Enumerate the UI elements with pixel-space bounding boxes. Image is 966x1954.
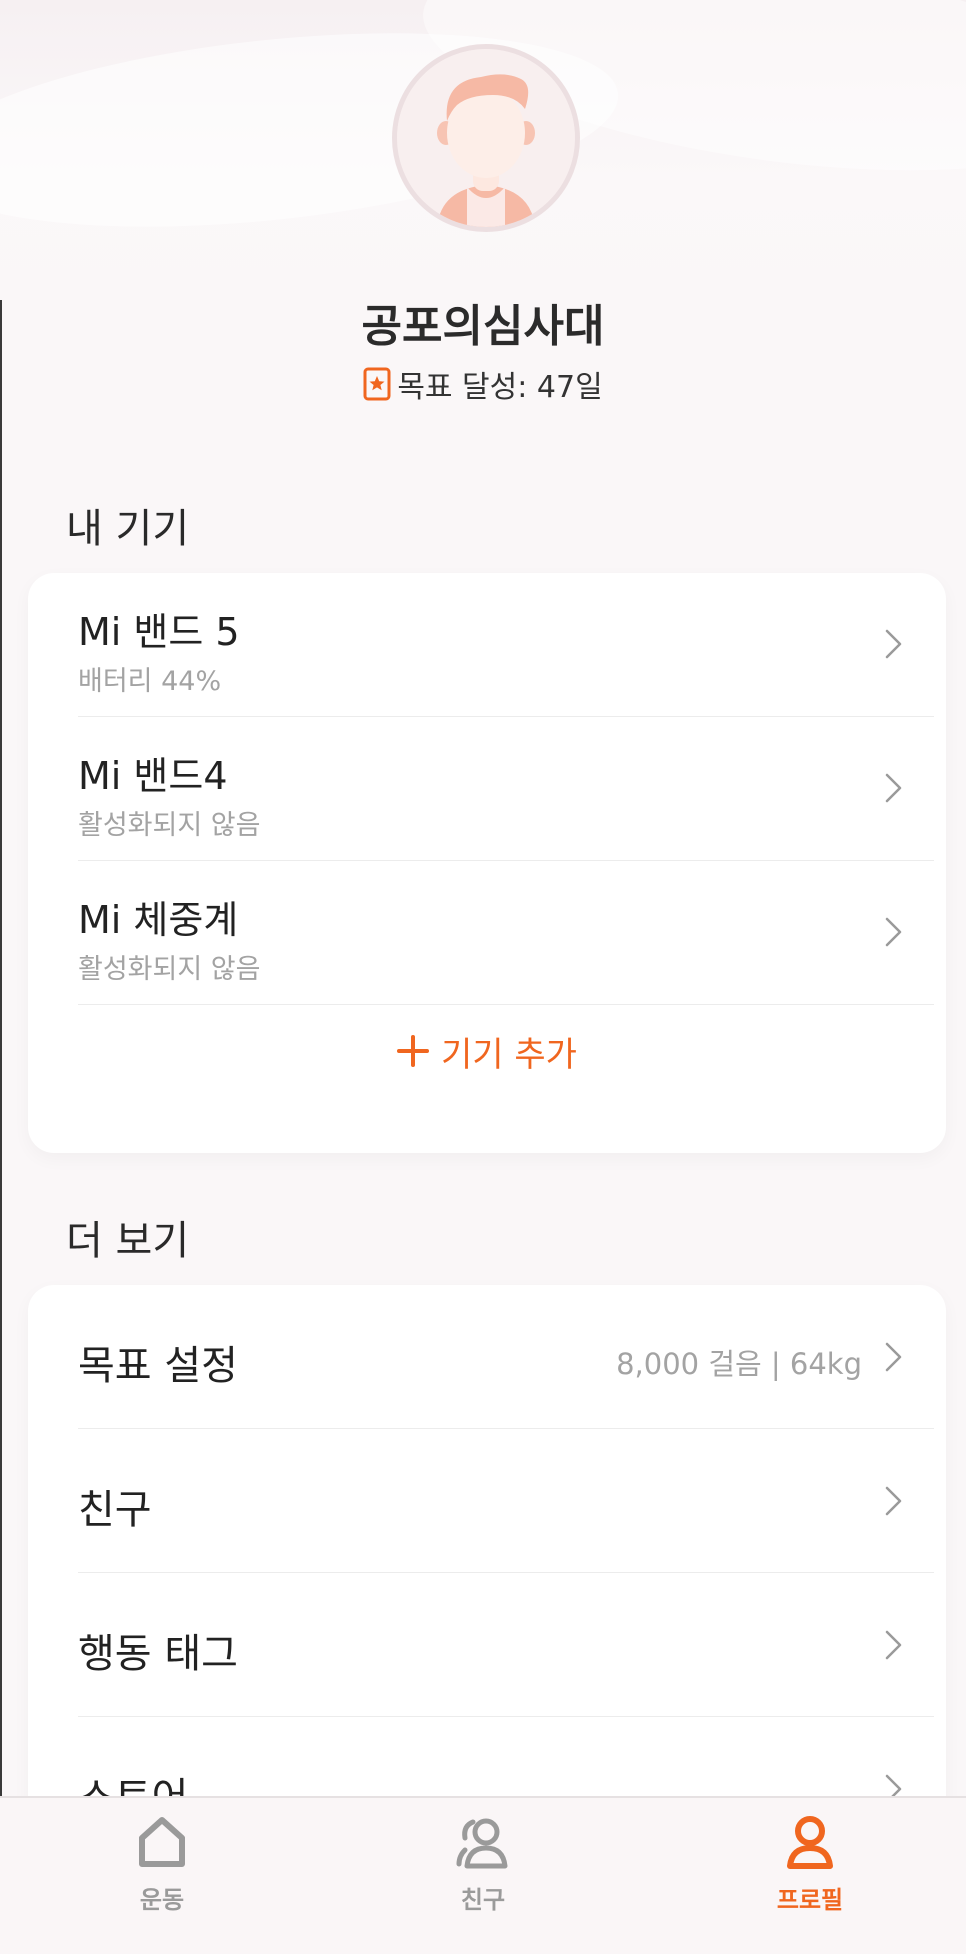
profile-icon — [787, 1816, 833, 1869]
bottom-navigation: 운동 친구 프로필 — [0, 1796, 966, 1954]
friends-icon — [456, 1818, 508, 1869]
device-status: 활성화되지 않음 — [78, 810, 261, 841]
goal-settings-value: 8,000 걸음 | 64kg — [616, 1347, 862, 1381]
nav-label: 친구 — [460, 1886, 506, 1914]
add-device-label: 기기 추가 — [441, 1034, 577, 1075]
avatar[interactable] — [392, 44, 580, 232]
add-device-button[interactable]: 기기 추가 — [28, 1001, 946, 1101]
more-item-label: 친구 — [78, 1487, 152, 1533]
chevron-right-icon — [885, 773, 902, 803]
more-item-friends[interactable]: 친구 — [78, 1429, 934, 1573]
chevron-right-icon — [885, 1486, 902, 1516]
section-title-more: 더 보기 — [66, 1218, 190, 1264]
device-name: Mi 밴드4 — [78, 754, 228, 798]
chevron-right-icon — [885, 1342, 902, 1372]
device-name: Mi 체중계 — [78, 898, 239, 942]
goal-streak-text: 목표 달성: 47일 — [397, 370, 603, 405]
goal-badge-icon — [363, 367, 391, 401]
more-item-label: 행동 태그 — [78, 1631, 238, 1677]
my-devices-card: Mi 밴드 5 배터리 44% Mi 밴드4 활성화되지 않음 Mi 체중계 활… — [28, 573, 946, 1153]
device-row-mi-band-5[interactable]: Mi 밴드 5 배터리 44% — [78, 573, 934, 717]
device-row-mi-scale[interactable]: Mi 체중계 활성화되지 않음 — [78, 861, 934, 1005]
nav-label: 프로필 — [776, 1886, 844, 1914]
more-item-goal-settings[interactable]: 목표 설정 8,000 걸음 | 64kg — [78, 1285, 934, 1429]
section-title-my-devices: 내 기기 — [66, 506, 190, 552]
chevron-right-icon — [885, 629, 902, 659]
device-row-mi-band-4[interactable]: Mi 밴드4 활성화되지 않음 — [78, 717, 934, 861]
chevron-right-icon — [885, 1630, 902, 1660]
device-battery: 배터리 44% — [78, 666, 222, 697]
more-item-behavior-tags[interactable]: 행동 태그 — [78, 1573, 934, 1717]
nav-tab-profile[interactable]: 프로필 — [710, 1812, 910, 1915]
plus-icon — [397, 1035, 430, 1067]
nav-label: 운동 — [139, 1886, 185, 1914]
avatar-illustration — [397, 49, 575, 227]
goal-streak: 목표 달성: 47일 — [0, 362, 966, 406]
more-item-label: 목표 설정 — [78, 1343, 238, 1389]
nav-tab-workout[interactable]: 운동 — [62, 1812, 262, 1915]
chevron-right-icon — [885, 917, 902, 947]
more-card: 목표 설정 8,000 걸음 | 64kg 친구 행동 태그 스토어 — [28, 1285, 946, 1845]
device-name: Mi 밴드 5 — [78, 610, 240, 654]
nav-tab-friends[interactable]: 친구 — [383, 1812, 583, 1915]
profile-name: 공포의심사대 — [361, 301, 605, 352]
device-status: 활성화되지 않음 — [78, 954, 261, 985]
home-icon — [139, 1817, 185, 1867]
